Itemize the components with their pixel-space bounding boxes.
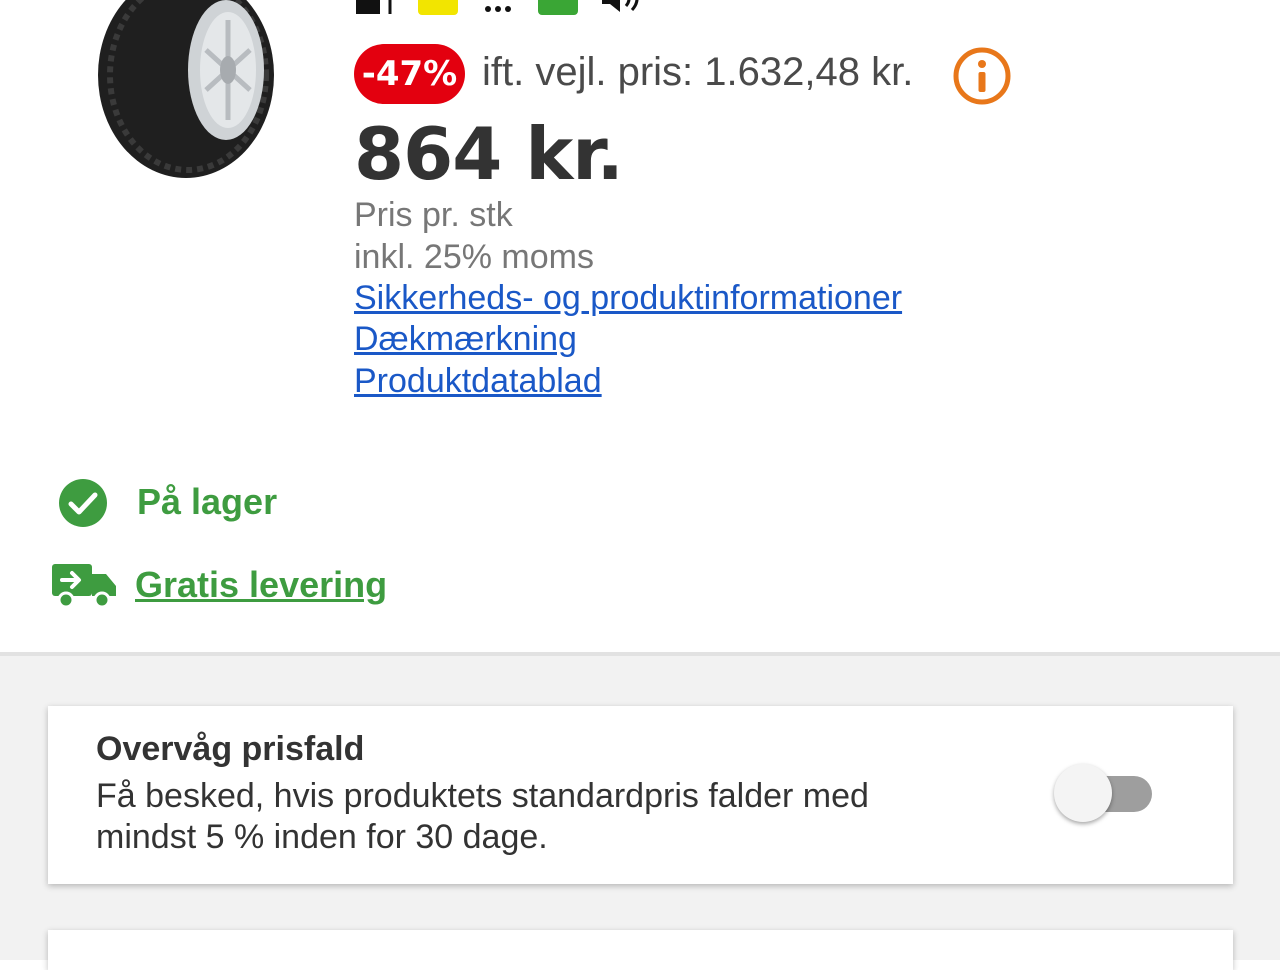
free-delivery-link[interactable]: Gratis levering: [135, 564, 387, 606]
stock-status: På lager: [137, 481, 278, 522]
price-watch-card: Overvåg prisfald Få besked, hvis produkt…: [48, 706, 1233, 884]
original-price: ift. vejl. pris: 1.632,48 kr.: [482, 50, 914, 94]
eu-tire-label: [354, 0, 644, 16]
price: 864 kr.: [354, 112, 624, 196]
tire-label-link[interactable]: Dækmærkning: [354, 320, 577, 359]
safety-info-link[interactable]: Sikkerheds- og produktinformationer: [354, 279, 902, 318]
wet-grip-class-badge: [538, 0, 578, 15]
fuel-pump-icon: [354, 0, 396, 19]
price-watch-description: Få besked, hvis produktets standardpris …: [96, 777, 869, 856]
price-watch-title: Overvåg prisfald: [96, 730, 365, 768]
check-circle-icon: [59, 479, 107, 527]
tire-image: [98, 0, 274, 178]
datasheet-link[interactable]: Produktdatablad: [354, 362, 602, 401]
next-card: [48, 930, 1233, 970]
price-watch-toggle[interactable]: [1054, 764, 1154, 826]
toggle-knob: [1054, 764, 1112, 822]
vat-note: inkl. 25% moms: [354, 238, 594, 276]
speaker-icon: [600, 0, 644, 19]
fuel-class-badge: [418, 0, 458, 15]
price-unit: Pris pr. stk: [354, 196, 513, 234]
wet-grip-icon: [480, 0, 516, 19]
info-icon[interactable]: [952, 46, 1012, 106]
discount-badge: -47%: [354, 44, 465, 104]
product-panel: -47% ift. vejl. pris: 1.632,48 kr. 864 k…: [0, 0, 1280, 652]
delivery-truck-icon: [52, 564, 116, 609]
